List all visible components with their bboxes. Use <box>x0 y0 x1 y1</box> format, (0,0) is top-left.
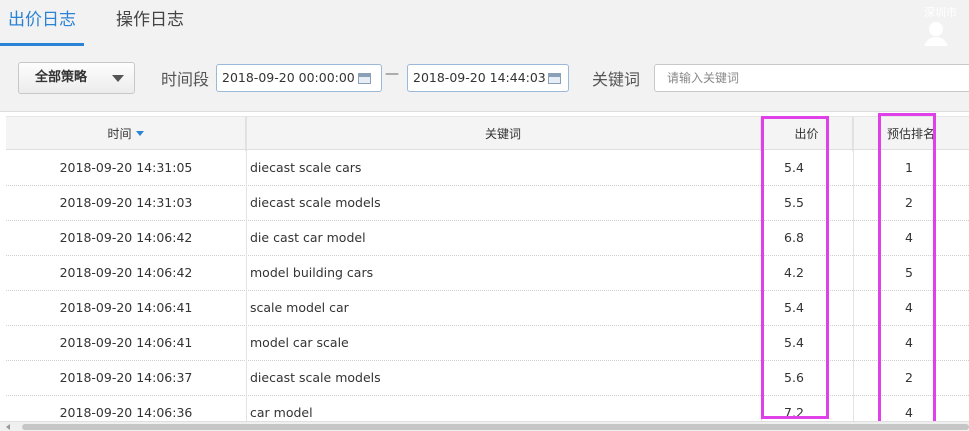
strategy-dropdown[interactable]: 全部策略 <box>18 62 135 94</box>
cell-keyword: diecast scale cars <box>250 160 362 175</box>
avatar-head <box>929 22 943 36</box>
tab-bid-log[interactable]: 出价日志 <box>0 0 84 46</box>
horizontal-scrollbar[interactable] <box>0 421 969 431</box>
cell-keyword: die cast car model <box>250 230 366 245</box>
cell-time: 2018-09-20 14:06:37 <box>59 370 193 385</box>
end-date-input[interactable]: 2018-09-20 14:44:03 <box>407 64 569 92</box>
strategy-dropdown-label: 全部策略 <box>35 70 88 85</box>
company-name: 深圳市 <box>924 6 957 19</box>
keyword-search-input[interactable] <box>654 64 969 92</box>
start-date-input[interactable]: 2018-09-20 00:00:00 <box>216 64 382 92</box>
rank-column-highlight <box>878 113 936 427</box>
tab-operation-log[interactable]: 操作日志 <box>106 0 194 46</box>
cell-keyword: diecast scale models <box>250 195 381 210</box>
start-date-value: 2018-09-20 00:00:00 <box>222 70 355 85</box>
column-header-time[interactable]: 时间 <box>6 117 246 151</box>
cell-time: 2018-09-20 14:06:41 <box>59 335 193 350</box>
column-header-keyword[interactable]: 关键词 <box>246 117 761 151</box>
scroll-left-icon[interactable] <box>6 424 10 430</box>
time-range-label: 时间段 <box>161 70 210 89</box>
cell-keyword: model building cars <box>250 265 374 280</box>
keyword-label: 关键词 <box>592 70 641 89</box>
end-date-value: 2018-09-20 14:44:03 <box>413 70 546 85</box>
column-divider <box>853 116 854 421</box>
cell-keyword: model car scale <box>250 335 349 350</box>
user-avatar-icon[interactable] <box>922 22 950 49</box>
column-divider <box>246 116 247 421</box>
cell-keyword: diecast scale models <box>250 370 381 385</box>
cell-keyword: scale model car <box>250 300 349 315</box>
calendar-icon[interactable] <box>358 73 371 84</box>
filter-bar: 全部策略 时间段 2018-09-20 00:00:00 — 2018-09-2… <box>0 46 969 112</box>
caret-down-icon <box>112 75 124 82</box>
sort-desc-icon[interactable] <box>135 131 144 136</box>
cell-time: 2018-09-20 14:31:05 <box>59 160 193 175</box>
scrollbar-thumb[interactable] <box>22 424 969 430</box>
bid-column-highlight <box>761 116 829 419</box>
date-separator: — <box>385 66 399 82</box>
cell-time: 2018-09-20 14:06:41 <box>59 300 193 315</box>
cell-time: 2018-09-20 14:06:42 <box>59 230 193 245</box>
cell-time: 2018-09-20 14:31:03 <box>59 195 193 210</box>
column-header-time-label: 时间 <box>107 127 132 141</box>
cell-time: 2018-09-20 14:06:42 <box>59 265 193 280</box>
calendar-icon[interactable] <box>548 73 561 84</box>
top-tab-bar: 出价日志 操作日志 深圳市 <box>0 0 969 49</box>
